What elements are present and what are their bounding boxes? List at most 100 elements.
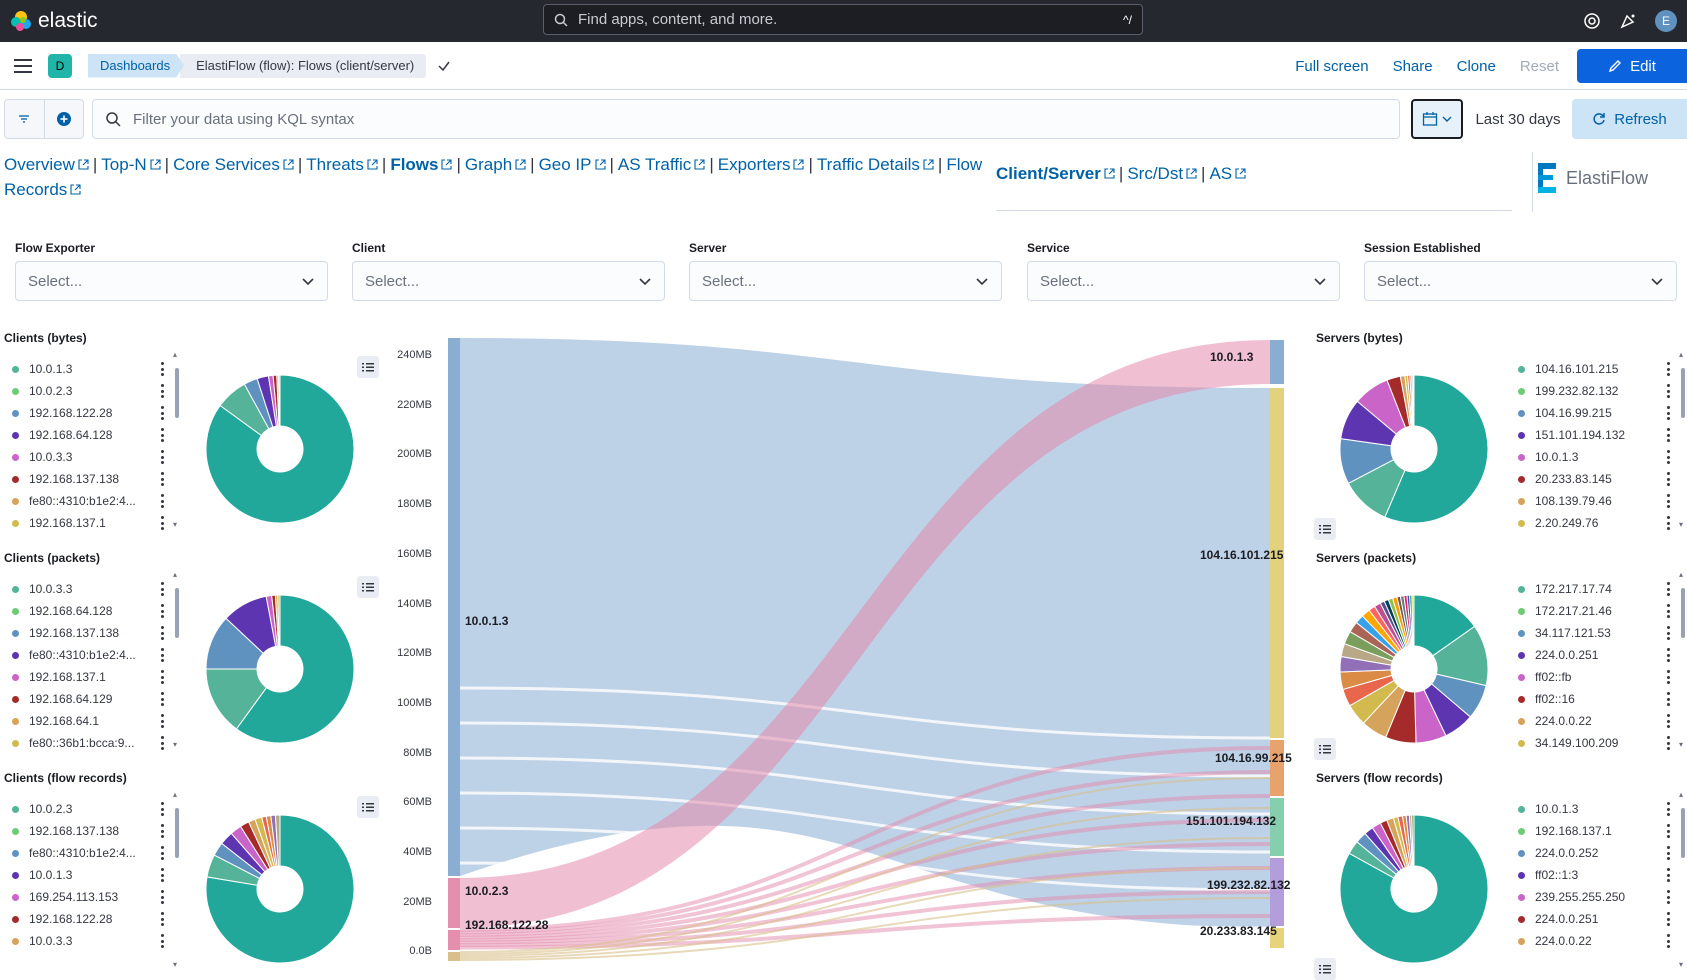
donut-servers-bytes[interactable] (1338, 373, 1490, 525)
sankey-source-node[interactable] (448, 930, 460, 950)
legend-item[interactable]: 10.0.3.3 (4, 578, 164, 600)
full-screen-button[interactable]: Full screen (1283, 58, 1380, 75)
legend-item-options-icon[interactable] (1667, 714, 1670, 728)
legend-item[interactable]: 224.0.0.251 (1510, 908, 1670, 930)
legend-toggle-button[interactable] (1314, 518, 1336, 540)
legend-toggle-button[interactable] (357, 356, 379, 378)
legend-toggle-button[interactable] (357, 796, 379, 818)
legend-item-options-icon[interactable] (1667, 912, 1670, 926)
legend-item[interactable]: ff02::16 (1510, 688, 1670, 710)
legend-item-options-icon[interactable] (161, 494, 164, 508)
subnav-link-src-dst[interactable]: Src/Dst (1127, 164, 1197, 183)
donut-clients-packets[interactable] (204, 593, 356, 745)
legend-item[interactable]: 192.168.137.1 (1510, 820, 1670, 842)
legend-item-options-icon[interactable] (1667, 384, 1670, 398)
filter-menu-button[interactable] (5, 100, 45, 138)
legend-item[interactable]: 224.0.0.22 (1510, 930, 1670, 952)
legend-item-options-icon[interactable] (1667, 802, 1670, 816)
donut-slice[interactable] (1412, 374, 1415, 427)
share-button[interactable]: Share (1381, 58, 1445, 75)
sankey-target-node[interactable] (1270, 340, 1284, 384)
legend-item[interactable]: 10.0.1.3 (4, 358, 164, 380)
legend-item[interactable]: 104.16.99.215 (1510, 402, 1670, 424)
legend-item-options-icon[interactable] (1667, 626, 1670, 640)
legend-item-options-icon[interactable] (1667, 736, 1670, 750)
legend-item[interactable]: 199.232.82.132 (1510, 380, 1670, 402)
legend-item-options-icon[interactable] (161, 406, 164, 420)
donut-servers-flows[interactable] (1338, 813, 1490, 965)
legend-toggle-button[interactable] (357, 576, 379, 598)
nav-link-traffic-details[interactable]: Traffic Details (817, 155, 934, 174)
reset-button[interactable]: Reset (1508, 58, 1571, 75)
legend-item[interactable]: 239.255.255.250 (1510, 886, 1670, 908)
legend-item[interactable]: 34.149.100.209 (1510, 732, 1670, 754)
legend-item-options-icon[interactable] (1667, 582, 1670, 596)
legend-item[interactable]: 192.168.64.128 (4, 600, 164, 622)
legend-item[interactable]: 10.0.3.3 (4, 930, 164, 952)
sankey-target-node[interactable] (1270, 740, 1284, 796)
legend-item-options-icon[interactable] (1667, 824, 1670, 838)
control-service-select[interactable]: Select... (1027, 261, 1340, 301)
sankey-target-node[interactable] (1270, 388, 1284, 738)
legend-item-options-icon[interactable] (1667, 890, 1670, 904)
legend-item[interactable]: fe80::4310:b1e2:4... (4, 644, 164, 666)
legend-item-options-icon[interactable] (161, 428, 164, 442)
check-icon[interactable] (436, 58, 452, 74)
legend-item-options-icon[interactable] (1667, 934, 1670, 948)
time-range-display[interactable]: Last 30 days (1468, 99, 1568, 139)
nav-link-geo-ip[interactable]: Geo IP (539, 155, 606, 174)
legend-item-options-icon[interactable] (1667, 472, 1670, 486)
legend-item-options-icon[interactable] (161, 868, 164, 882)
legend-item[interactable]: 10.0.1.3 (1510, 798, 1670, 820)
legend-item-options-icon[interactable] (161, 384, 164, 398)
legend-item[interactable]: 104.16.101.215 (1510, 358, 1670, 380)
menu-icon[interactable] (14, 58, 32, 73)
legend-item[interactable]: 34.117.121.53 (1510, 622, 1670, 644)
legend-item[interactable]: fe80::36b1:bcca:9... (4, 732, 164, 754)
control-session-established-select[interactable]: Select... (1364, 261, 1677, 301)
legend-item[interactable]: fe80::4310:b1e2:4... (4, 842, 164, 864)
nav-link-as-traffic[interactable]: AS Traffic (618, 155, 705, 174)
legend-item-options-icon[interactable] (161, 648, 164, 662)
legend-scrollbar[interactable]: ▴ ▾ (1679, 570, 1686, 752)
sankey-target-node[interactable] (1270, 858, 1284, 926)
legend-item[interactable]: 224.0.0.252 (1510, 842, 1670, 864)
space-avatar[interactable]: D (48, 53, 72, 78)
subnav-link-client-server[interactable]: Client/Server (996, 164, 1115, 183)
legend-item-options-icon[interactable] (1667, 406, 1670, 420)
legend-item[interactable]: fe80::4310:b1e2:4... (4, 490, 164, 512)
legend-item-options-icon[interactable] (1667, 494, 1670, 508)
legend-item-options-icon[interactable] (1667, 868, 1670, 882)
legend-item-options-icon[interactable] (1667, 450, 1670, 464)
refresh-button[interactable]: Refresh (1572, 99, 1687, 139)
legend-item-options-icon[interactable] (1667, 846, 1670, 860)
legend-toggle-button[interactable] (1314, 738, 1336, 760)
legend-item-options-icon[interactable] (1667, 670, 1670, 684)
legend-scrollbar[interactable]: ▴ ▾ (173, 350, 180, 532)
legend-item[interactable]: 192.168.64.1 (4, 710, 164, 732)
elastic-logo[interactable]: elastic (10, 9, 98, 33)
edit-button[interactable]: Edit (1577, 49, 1687, 83)
legend-item[interactable]: 192.168.137.138 (4, 468, 164, 490)
legend-item-options-icon[interactable] (161, 736, 164, 750)
donut-clients-bytes[interactable] (204, 373, 356, 525)
nav-link-threats[interactable]: Threats (306, 155, 378, 174)
sankey-source-node[interactable] (448, 338, 460, 876)
legend-scrollbar[interactable]: ▴ ▾ (1679, 790, 1686, 972)
legend-scrollbar[interactable]: ▴ ▾ (1679, 350, 1686, 532)
subnav-link-as[interactable]: AS (1209, 164, 1246, 183)
legend-item-options-icon[interactable] (161, 934, 164, 948)
legend-item[interactable]: 172.217.21.46 (1510, 600, 1670, 622)
date-quick-select-button[interactable] (1411, 99, 1463, 139)
legend-scrollbar[interactable]: ▴ ▾ (173, 790, 180, 972)
legend-item[interactable]: 2.20.249.76 (1510, 512, 1670, 534)
legend-item[interactable]: 192.168.122.28 (4, 908, 164, 930)
breadcrumb-dashboards[interactable]: Dashboards (88, 54, 184, 78)
nav-link-overview[interactable]: Overview (4, 155, 89, 174)
control-server-select[interactable]: Select... (689, 261, 1002, 301)
legend-item[interactable]: 192.168.137.1 (4, 512, 164, 534)
user-avatar[interactable]: E (1655, 10, 1677, 32)
legend-item-options-icon[interactable] (1667, 362, 1670, 376)
kql-search-input[interactable]: Filter your data using KQL syntax (92, 99, 1400, 139)
legend-item[interactable]: 192.168.137.1 (4, 666, 164, 688)
